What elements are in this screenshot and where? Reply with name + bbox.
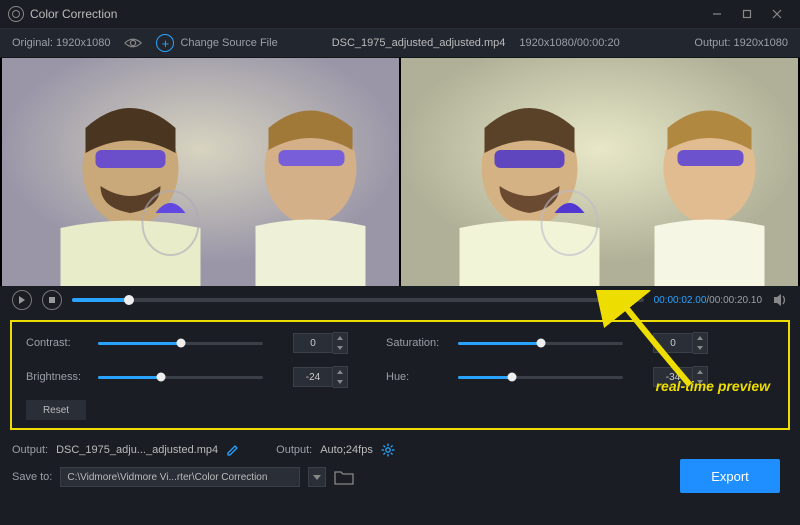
hue-slider[interactable]	[458, 376, 623, 379]
output-resolution-label: Output: 1920x1080	[694, 37, 788, 49]
output-filename: DSC_1975_adju..._adjusted.mp4	[56, 444, 218, 456]
saturation-step-down[interactable]	[693, 343, 707, 353]
window-title: Color Correction	[30, 7, 117, 21]
source-filename: DSC_1975_adjusted_adjusted.mp4	[332, 37, 506, 49]
timecode: 00:00:02.00/00:00:20.10	[654, 295, 762, 306]
export-button[interactable]: Export	[680, 459, 780, 493]
output-label: Output:	[12, 444, 48, 456]
brightness-step-down[interactable]	[333, 377, 347, 387]
output-settings-icon[interactable]	[381, 443, 395, 457]
output-format-label: Output:	[276, 444, 312, 456]
edit-filename-icon[interactable]	[226, 443, 240, 457]
timeline-scrubber[interactable]	[72, 298, 644, 302]
saturation-step-up[interactable]	[693, 333, 707, 343]
saturation-slider[interactable]	[458, 342, 623, 345]
output-format-value: Auto;24fps	[320, 444, 373, 456]
brightness-value[interactable]: -24	[293, 367, 333, 387]
contrast-value[interactable]: 0	[293, 333, 333, 353]
brightness-label: Brightness:	[26, 371, 88, 383]
change-source-button[interactable]: + Change Source File	[156, 34, 277, 52]
source-metadata: 1920x1080/00:00:20	[519, 37, 619, 49]
transport-bar: 00:00:02.00/00:00:20.10	[0, 286, 800, 314]
change-source-label: Change Source File	[180, 37, 277, 49]
browse-folder-icon[interactable]	[334, 469, 354, 485]
hue-step-up[interactable]	[693, 367, 707, 377]
stop-button[interactable]	[42, 290, 62, 310]
play-button[interactable]	[12, 290, 32, 310]
contrast-label: Contrast:	[26, 337, 88, 349]
plus-icon: +	[156, 34, 174, 52]
brightness-slider[interactable]	[98, 376, 263, 379]
save-path-dropdown[interactable]	[308, 467, 326, 487]
close-button[interactable]	[762, 4, 792, 24]
minimize-button[interactable]	[702, 4, 732, 24]
color-controls-panel: Contrast: 0 Saturation: 0 Brightness: -2…	[10, 320, 790, 430]
timecode-total: 00:00:20.10	[709, 295, 762, 306]
contrast-step-down[interactable]	[333, 343, 347, 353]
original-preview-pane	[2, 58, 399, 286]
volume-icon[interactable]	[772, 292, 788, 308]
contrast-step-up[interactable]	[333, 333, 347, 343]
hue-label: Hue:	[386, 371, 448, 383]
preview-area	[0, 58, 800, 286]
app-icon	[8, 6, 24, 22]
reset-button[interactable]: Reset	[26, 400, 86, 420]
original-resolution-label: Original: 1920x1080	[12, 37, 110, 49]
save-path-field[interactable]: C:\Vidmore\Vidmore Vi...rter\Color Corre…	[60, 467, 300, 487]
saturation-value[interactable]: 0	[653, 333, 693, 353]
timecode-current: 00:00:02.00	[654, 295, 707, 306]
brightness-step-up[interactable]	[333, 367, 347, 377]
adjusted-preview-pane	[401, 58, 798, 286]
title-bar: Color Correction	[0, 0, 800, 28]
hue-step-down[interactable]	[693, 377, 707, 387]
preview-toggle-icon[interactable]	[124, 36, 142, 50]
maximize-button[interactable]	[732, 4, 762, 24]
contrast-slider[interactable]	[98, 342, 263, 345]
info-bar: Original: 1920x1080 + Change Source File…	[0, 28, 800, 58]
save-to-label: Save to:	[12, 471, 52, 483]
saturation-label: Saturation:	[386, 337, 448, 349]
hue-value[interactable]: -34	[653, 367, 693, 387]
